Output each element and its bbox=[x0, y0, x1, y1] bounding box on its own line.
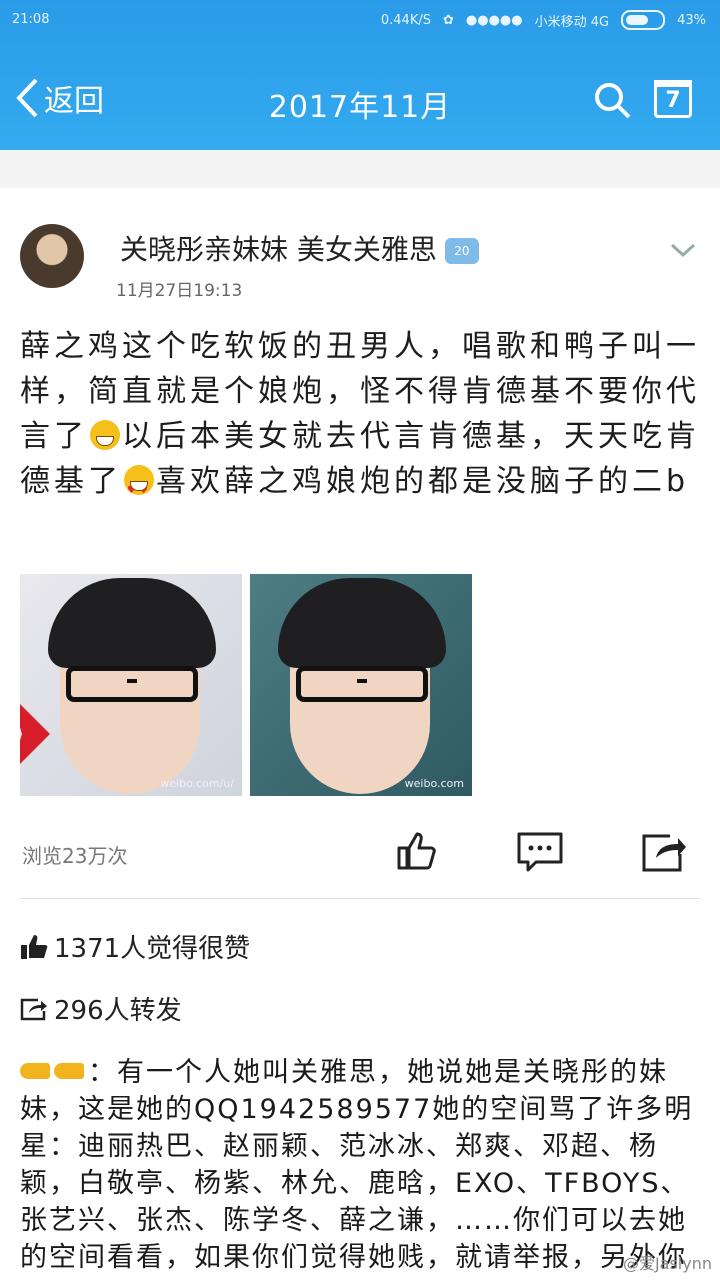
comment-button[interactable] bbox=[516, 830, 564, 878]
post-body: 薛之鸡这个吃软饭的丑男人，唱歌和鸭子叫一样，简直就是个娘炮，怪不得肯德基不要你代… bbox=[20, 324, 700, 513]
flower-icon: ✿ bbox=[442, 12, 454, 28]
author-line[interactable]: 关晓彤亲妹妹 美女关雅思 20 bbox=[120, 228, 479, 268]
glasses-graphic bbox=[66, 666, 198, 702]
view-count: 浏览23万次 bbox=[22, 844, 128, 868]
comment-text: ：有一个人她叫关雅思，她说她是关晓彤的妹妹，这是她的QQ1942589577她的… bbox=[20, 1054, 710, 1276]
share-icon bbox=[642, 834, 686, 872]
status-bar: 21:08 0.44K/S ✿ ●●●●● 小米移动 4G 43% bbox=[0, 8, 720, 32]
image-watermark: @爱Jaslynn bbox=[622, 1254, 712, 1273]
photo-watermark: weibo.com/u/ bbox=[160, 777, 234, 790]
author-name: 关晓彤亲妹妹 美女关雅思 bbox=[120, 233, 437, 266]
comment-icon bbox=[517, 832, 563, 872]
divider bbox=[20, 898, 700, 899]
heart-eyes-emoji-icon bbox=[124, 465, 154, 513]
like-count: 1371人觉得很赞 bbox=[54, 934, 251, 964]
chevron-down-icon bbox=[670, 243, 696, 258]
share-icon bbox=[20, 998, 47, 1020]
like-button[interactable] bbox=[395, 828, 439, 876]
grin-emoji-icon bbox=[90, 420, 120, 450]
post-card: 关晓彤亲妹妹 美女关雅思 20 11月27日19:13 薛之鸡这个吃软饭的丑男人，… bbox=[0, 188, 720, 1280]
status-right: 0.44K/S ✿ ●●●●● 小米移动 4G 43% bbox=[381, 10, 706, 30]
avatar[interactable] bbox=[20, 224, 84, 288]
repost-count: 296人转发 bbox=[54, 996, 182, 1026]
battery-percent: 43% bbox=[677, 12, 706, 28]
hair-graphic bbox=[48, 578, 216, 668]
photo-watermark: weibo.com bbox=[404, 777, 464, 790]
signal-icon: ●●●●● bbox=[465, 12, 523, 28]
more-button[interactable] bbox=[670, 242, 696, 262]
status-time: 21:08 bbox=[12, 12, 50, 27]
pointing-hand-icon bbox=[20, 1063, 50, 1079]
hair-graphic bbox=[278, 578, 446, 668]
thumbs-up-icon bbox=[397, 832, 436, 870]
action-bar: 浏览23万次 bbox=[0, 828, 720, 888]
repost-stat[interactable]: 296人转发 bbox=[20, 990, 182, 1027]
red-arrow-graphic bbox=[20, 694, 50, 774]
carrier-label: 小米移动 4G bbox=[534, 14, 610, 30]
like-stat[interactable]: 1371人觉得很赞 bbox=[20, 928, 250, 965]
search-button[interactable] bbox=[592, 80, 632, 124]
comment-body: ：有一个人她叫关雅思，她说她是关晓彤的妹妹，这是她的QQ1942589577她的… bbox=[20, 1057, 694, 1273]
post-photo-1[interactable]: weibo.com/u/ bbox=[20, 574, 242, 796]
top-app-bar: 21:08 0.44K/S ✿ ●●●●● 小米移动 4G 43% 返回 201… bbox=[0, 0, 720, 150]
pointing-hand-icon bbox=[54, 1063, 84, 1079]
post-photo-2[interactable]: weibo.com bbox=[250, 574, 472, 796]
glasses-graphic bbox=[296, 666, 428, 702]
network-speed: 0.44K/S bbox=[380, 12, 431, 28]
vip-badge: 20 bbox=[444, 238, 479, 264]
calendar-day: 7 bbox=[665, 88, 681, 113]
thumbs-up-icon bbox=[21, 934, 48, 959]
post-date: 11月27日19:13 bbox=[116, 281, 243, 301]
share-button[interactable] bbox=[640, 830, 688, 878]
post-text-3: 喜欢薛之鸡娘炮的都是没脑子的二b bbox=[156, 464, 690, 499]
search-icon bbox=[595, 83, 631, 119]
battery-icon bbox=[621, 10, 666, 30]
calendar-button[interactable]: 7 bbox=[654, 80, 692, 118]
navigation-row: 返回 2017年11月 7 bbox=[0, 70, 720, 130]
